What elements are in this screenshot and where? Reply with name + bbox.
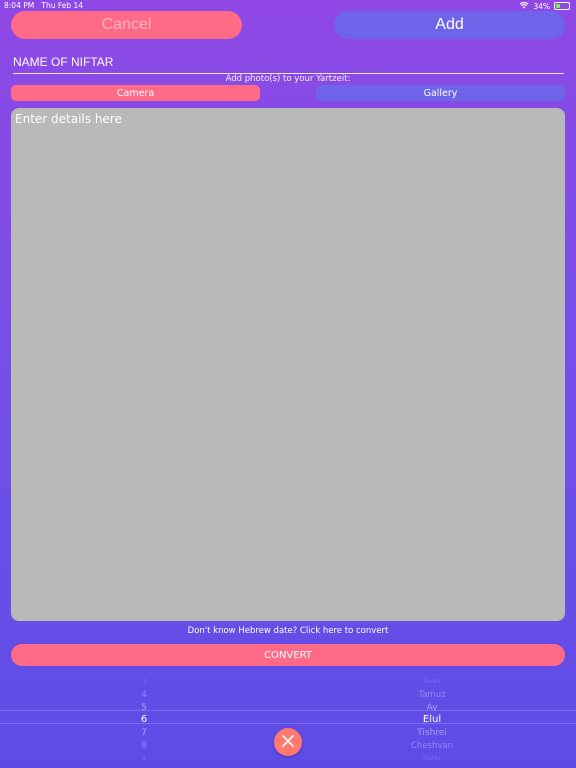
month-option[interactable]: Kislev <box>423 753 441 766</box>
niftar-name-field[interactable]: NAME OF NIFTAR <box>13 55 564 74</box>
wifi-icon <box>519 1 529 11</box>
day-option[interactable]: 8 <box>141 740 146 753</box>
status-indicators: 34% <box>519 1 570 11</box>
gallery-button[interactable]: Gallery <box>316 85 565 101</box>
battery-icon <box>554 2 570 10</box>
day-option[interactable]: 6 <box>141 714 147 727</box>
month-option[interactable]: Sivan <box>424 676 441 689</box>
day-picker-wheel[interactable]: 3456789 <box>124 676 164 766</box>
day-option[interactable]: 4 <box>141 689 146 702</box>
battery-percent: 34% <box>533 1 550 11</box>
picker-selection-top-line <box>0 710 576 711</box>
day-option[interactable]: 9 <box>142 753 146 766</box>
month-option[interactable]: Cheshvan <box>411 740 453 753</box>
month-picker-wheel[interactable]: Sivan Tamuz Av Elul Tishrei Cheshvan Kislev <box>392 676 472 766</box>
status-time-date: 8:04 PM Thu Feb 14 <box>4 1 83 10</box>
status-date: Thu Feb 14 <box>41 1 84 10</box>
details-placeholder: Enter details here <box>15 112 122 126</box>
month-option[interactable]: Tamuz <box>418 689 445 702</box>
status-time: 8:04 PM <box>4 1 35 10</box>
convert-hint-link[interactable]: Don't know Hebrew date? Click here to co… <box>0 626 576 636</box>
cancel-button[interactable]: Cancel <box>11 11 242 39</box>
convert-button[interactable]: CONVERT <box>11 644 565 666</box>
photo-caption: Add photo(s) to your Yartzeit: <box>225 74 351 84</box>
month-option[interactable]: Elul <box>423 714 441 727</box>
camera-button[interactable]: Camera <box>11 85 260 101</box>
details-textarea[interactable]: Enter details here <box>11 108 565 621</box>
add-button[interactable]: Add <box>334 11 565 39</box>
picker-selection-bottom-line <box>0 723 576 724</box>
month-option[interactable]: Tishrei <box>417 727 447 740</box>
close-icon <box>281 733 295 752</box>
close-picker-button[interactable] <box>274 728 302 756</box>
day-option[interactable]: 3 <box>142 676 146 689</box>
day-option[interactable]: 7 <box>141 727 147 740</box>
day-option[interactable]: 5 <box>141 702 147 715</box>
niftar-name-placeholder: NAME OF NIFTAR <box>13 55 114 69</box>
month-option[interactable]: Av <box>427 702 438 715</box>
